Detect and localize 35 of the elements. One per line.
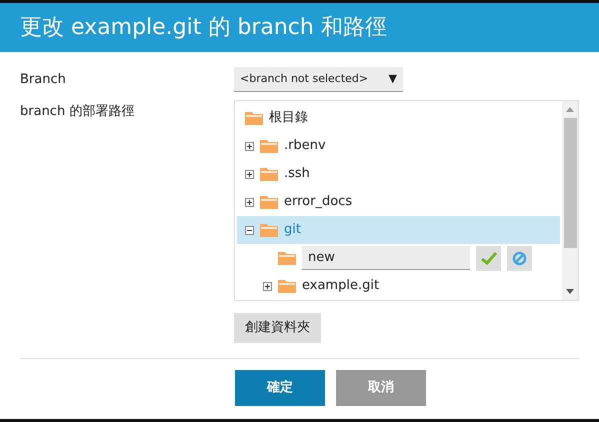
folder-icon <box>245 111 263 125</box>
cancel-icon <box>512 250 527 266</box>
tree-item[interactable]: 根目錄 <box>237 104 560 132</box>
tree-item[interactable]: .rbenv <box>237 132 560 160</box>
expand-icon[interactable] <box>245 198 254 206</box>
folder-name: error_docs <box>284 193 352 212</box>
folder-name: git <box>284 221 301 240</box>
scroll-thumb[interactable] <box>564 118 576 248</box>
branch-dropdown[interactable]: <branch not selected> ▼ <box>234 67 403 92</box>
collapse-icon[interactable] <box>245 226 254 234</box>
folder-name: 根目錄 <box>269 109 308 128</box>
folder-icon <box>260 139 278 153</box>
scrollbar[interactable] <box>562 101 578 300</box>
folder-icon <box>260 223 278 237</box>
tree-item[interactable]: example.git <box>237 272 560 300</box>
folder-name-input[interactable]: new <box>302 246 470 270</box>
tree-item[interactable]: .ssh <box>237 160 560 188</box>
field-label: Branch <box>20 71 67 89</box>
expand-icon[interactable] <box>245 170 254 178</box>
dialog-title: 更改 example.git 的 branch 和路徑 <box>20 14 387 42</box>
folder-name: .rbenv <box>284 137 326 156</box>
folder-icon <box>260 195 278 209</box>
folder-icon <box>260 167 278 181</box>
folder-name: .ssh <box>284 165 310 184</box>
check-icon <box>480 252 496 264</box>
create-folder-button[interactable]: 創建資料夾 <box>234 313 321 343</box>
expand-icon[interactable] <box>245 142 254 150</box>
folder-icon <box>278 279 296 293</box>
folder-name: example.git <box>302 277 380 296</box>
tree-item[interactable]: error_docs <box>237 188 560 216</box>
confirm-button[interactable]: 確定 <box>235 370 325 406</box>
field-label: branch 的部署路徑 <box>20 103 136 121</box>
folder-icon <box>278 251 296 265</box>
scroll-down-icon[interactable] <box>566 289 574 294</box>
expand-icon[interactable] <box>263 282 272 290</box>
